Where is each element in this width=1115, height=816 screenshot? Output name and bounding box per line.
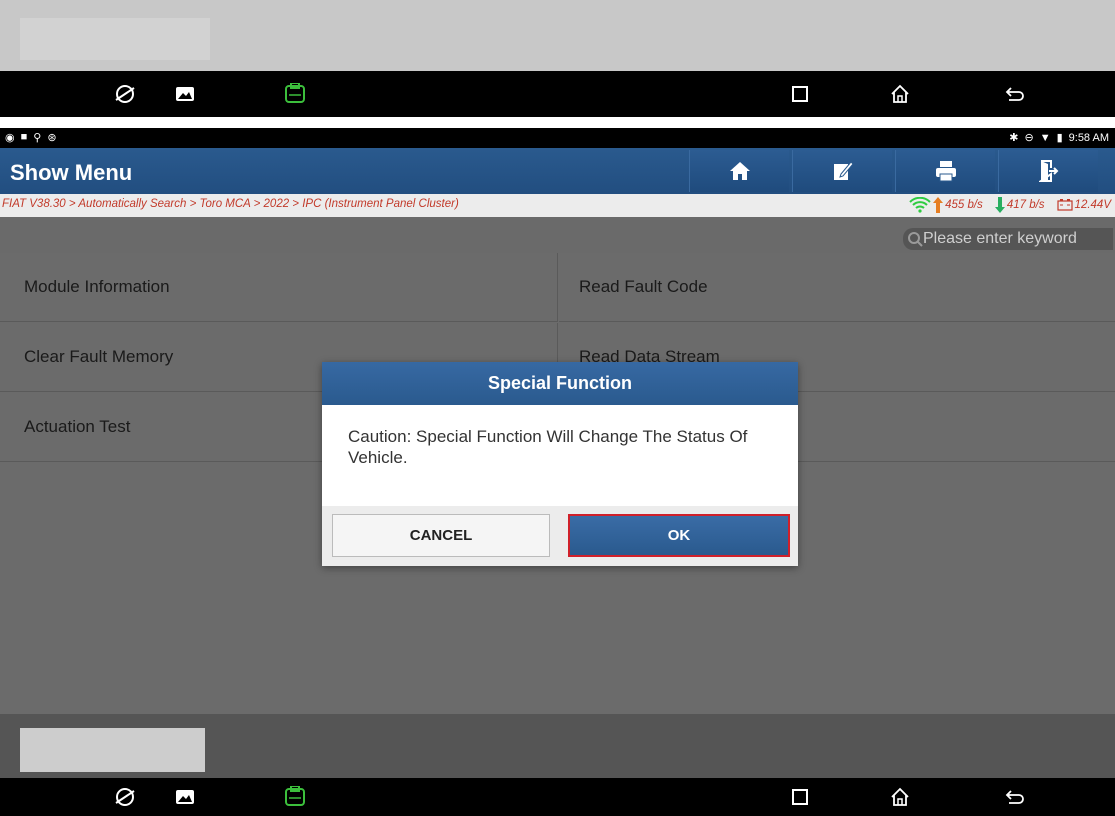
recent-apps-icon[interactable] [780,778,820,816]
search-input[interactable]: Please enter keyword [903,228,1113,250]
android-navbar-bottom [0,778,1115,816]
home-icon [729,162,750,180]
app-header: Show Menu [0,148,1115,194]
gallery-icon[interactable] [165,778,205,816]
menu-item-label: Module Information [24,277,170,296]
edit-button[interactable] [792,150,892,192]
bluetooth-icon: ✱ [1009,132,1019,144]
home-nav-icon[interactable] [880,71,920,117]
back-nav-icon[interactable] [995,778,1035,816]
back-nav-icon[interactable] [995,71,1035,117]
notification-icon: ◉ [5,132,15,144]
vci-icon[interactable] [275,71,315,117]
browser-icon[interactable] [105,71,145,117]
wifi-icon [909,197,931,213]
dialog-title: Special Function [322,362,798,405]
search-placeholder: Please enter keyword [923,230,1077,247]
browser-icon[interactable] [105,778,145,816]
upload-arrow-icon [933,197,944,213]
edit-icon [833,161,854,180]
menu-item-label: Actuation Test [24,417,131,436]
recent-apps-icon[interactable] [780,71,820,117]
home-nav-icon[interactable] [880,778,920,816]
download-arrow-icon [994,197,1005,213]
special-function-dialog: Special Function Caution: Special Functi… [322,362,798,566]
print-button[interactable] [895,150,995,192]
battery-icon [1056,199,1073,211]
breadcrumb-bar: FIAT V38.30 > Automatically Search > Tor… [0,194,1115,217]
status-bar: ◉ ■ ⚲ ⊛ ✱ ⊖ ▼ ▮ 9:58 AM [0,128,1115,148]
voltage: 12.44V [1074,199,1111,211]
connection-stats: 455 b/s 417 b/s 12.44V [909,197,1111,213]
menu-item-module-information[interactable]: Module Information [0,253,558,322]
battery-status-icon: ▮ [1056,132,1063,144]
wifi-status-icon: ▼ [1039,131,1051,144]
separator [0,117,1115,128]
vci-icon[interactable] [275,778,315,816]
redacted-box-bottom [20,728,205,772]
search-icon [908,232,923,247]
breadcrumb: FIAT V38.30 > Automatically Search > Tor… [2,198,459,210]
cancel-button[interactable]: CANCEL [332,514,550,557]
download-speed: 417 b/s [1006,199,1045,211]
ok-button[interactable]: OK [568,514,790,557]
android-navbar-top [0,71,1115,117]
exit-button[interactable] [998,150,1098,192]
dnd-icon: ⊖ [1024,132,1034,144]
clock: 9:58 AM [1068,131,1109,144]
exit-icon [1038,160,1058,182]
search-row: Please enter keyword [0,217,1115,253]
home-button[interactable] [689,150,789,192]
print-icon [935,161,956,182]
menu-item-read-fault-code[interactable]: Read Fault Code [559,253,1115,322]
upload-speed: 455 b/s [945,199,983,211]
menu-item-label: Clear Fault Memory [24,347,174,366]
dialog-message: Caution: Special Function Will Change Th… [348,427,748,467]
page-title: Show Menu [10,160,133,185]
usb-icon: ⚲ [33,132,42,144]
gallery-icon[interactable] [165,71,205,117]
settings-notification-icon: ⊛ [47,132,57,144]
image-notification-icon: ■ [20,131,28,143]
dialog-footer: CANCEL OK [322,506,798,566]
redacted-box-top [20,18,210,60]
menu-item-label: Read Fault Code [579,277,708,296]
